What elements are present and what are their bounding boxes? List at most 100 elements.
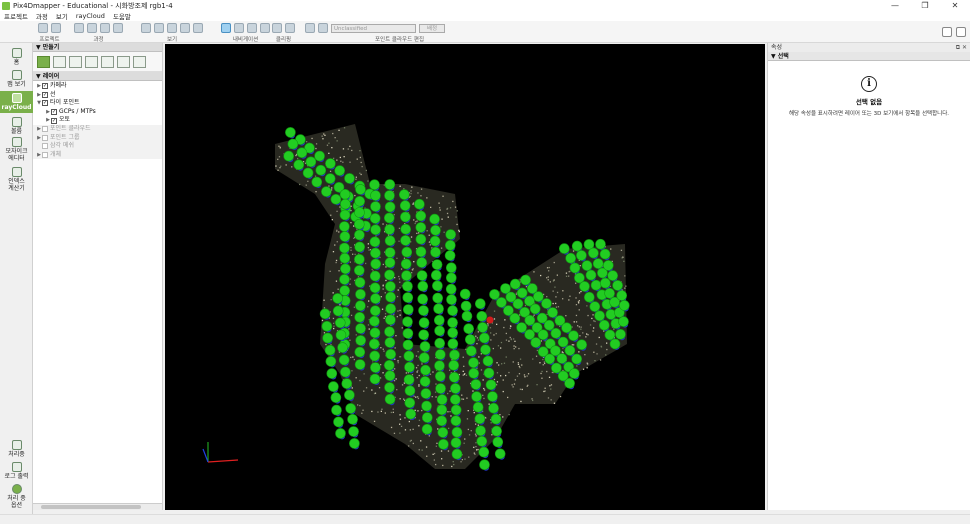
add-icon[interactable] (318, 23, 328, 33)
scrollbar-thumb[interactable] (41, 505, 141, 509)
info-icon: i (861, 76, 877, 92)
layer-checkbox[interactable] (42, 152, 48, 159)
nav-label: 처리 중 (7, 495, 26, 502)
layer-checkbox[interactable]: ✓ (51, 109, 57, 116)
account-icon[interactable] (956, 27, 966, 37)
layer-row[interactable]: ▶ ✓ 선 (33, 91, 162, 100)
menu-raycloud[interactable]: rayCloud (76, 12, 105, 20)
nav-label: 맵 보기 (7, 81, 26, 88)
orbit-icon[interactable] (234, 23, 244, 33)
create-surface-icon[interactable] (69, 55, 82, 68)
maximize-button[interactable]: ❐ (910, 0, 940, 11)
create-polyline-icon[interactable] (53, 55, 66, 68)
nav-home[interactable]: 홈 (0, 48, 33, 66)
process-export-icon[interactable] (100, 23, 110, 33)
create-video-icon[interactable] (101, 55, 114, 68)
raycloud-3d-view[interactable] (165, 44, 765, 510)
create-volume-icon[interactable] (85, 55, 98, 68)
nav-log-output[interactable]: 로그 출력 (0, 462, 33, 480)
process-run-icon[interactable] (113, 23, 123, 33)
menu-process[interactable]: 과정 (36, 11, 48, 21)
project-icon[interactable] (38, 23, 48, 33)
user-icon[interactable] (942, 27, 952, 37)
close-button[interactable]: ✕ (940, 0, 970, 11)
create-grid-icon[interactable] (133, 55, 146, 68)
menu-project[interactable]: 프로젝트 (4, 11, 28, 21)
zoom-in-icon[interactable] (141, 23, 151, 33)
side-navigation: 홈 맵 보기 rayCloud 볼륨 모자이크 에디터 인덱스 계산기 처리중 … (0, 43, 33, 514)
create-header-label: 만들기 (42, 44, 60, 51)
nav-volumes[interactable]: 볼륨 (0, 117, 33, 135)
nav-mosaic-editor[interactable]: 모자이크 에디터 (0, 137, 33, 162)
layer-label: 선 (50, 90, 56, 98)
home-icon (11, 48, 22, 58)
layer-row[interactable]: ▶ 개체 (33, 150, 162, 160)
layer-checkbox[interactable] (42, 126, 48, 133)
process-start-icon[interactable] (74, 23, 84, 33)
layer-row[interactable]: ▶ 포인트 클라우드 (33, 124, 162, 134)
layer-label: 삼각 메쉬 (50, 142, 74, 150)
toolbar-label: 클리핑 (275, 37, 292, 43)
layer-checkbox[interactable]: ✓ (42, 91, 48, 98)
nav-label: rayCloud (1, 104, 32, 111)
no-selection-title: 선택 없음 (855, 98, 883, 106)
nav-label: 계산기 (8, 185, 25, 192)
layer-checkbox[interactable]: ✓ (42, 83, 48, 90)
zoom-out-icon[interactable] (154, 23, 164, 33)
selected-gcp-marker (486, 316, 494, 324)
menu-help[interactable]: 도움말 (113, 11, 131, 21)
layer-checkbox[interactable]: ✓ (42, 100, 48, 107)
raycloud-icon (11, 93, 22, 103)
menu-view[interactable]: 보기 (56, 11, 68, 21)
left-panel: ▼ 만들기 ▼ 레이어 ▶ ✓ 카메라 ▶ ✓ 선 ▼ ✓ 타이 포인트 ▶ ✓ GCPs / MTP… (33, 43, 163, 510)
log-icon (11, 462, 22, 472)
nav-processing-options[interactable]: 처리 중 옵션 (0, 484, 33, 509)
close-view-icon[interactable] (180, 23, 190, 33)
panel-float-close-icons[interactable]: ⧉ ✕ (956, 43, 967, 52)
index-icon (11, 167, 22, 177)
nav-label: 옵션 (10, 502, 23, 509)
nav-label: 홈 (13, 59, 20, 66)
layer-label: 포인트 클라우드 (50, 124, 91, 132)
layer-row[interactable]: 삼각 메쉬 (33, 142, 162, 151)
toolbar-label: 과정 (93, 37, 104, 43)
selection-header[interactable]: ▼ 선택 (768, 52, 970, 61)
layer-row[interactable]: ▶ ✓ 오토 (33, 116, 162, 125)
create-point-icon[interactable] (37, 55, 50, 68)
assign-button[interactable]: 배정 (419, 23, 445, 33)
horizontal-scrollbar[interactable] (33, 503, 162, 510)
walk-icon[interactable] (260, 23, 270, 33)
fly-icon[interactable] (247, 23, 257, 33)
classification-select[interactable]: Unclassified (331, 23, 416, 33)
layers-header[interactable]: ▼ 레이어 (33, 72, 162, 81)
fit-view-icon[interactable] (167, 23, 177, 33)
clip-box-icon[interactable] (272, 23, 282, 33)
layer-row[interactable]: ▼ ✓ 타이 포인트 (33, 99, 162, 108)
nav-label: 모자이크 (5, 148, 28, 155)
layer-checkbox[interactable] (42, 143, 48, 150)
pix4d-logo-icon (2, 1, 10, 10)
volume-icon (11, 117, 22, 127)
properties-panel: 속성 ⧉ ✕ ▼ 선택 i 선택 없음 해당 속성을 표시하려면 레이어 또는 … (767, 43, 970, 510)
layer-row[interactable]: ▶ 포인트 그룹 (33, 133, 162, 143)
layer-checkbox[interactable]: ✓ (51, 117, 57, 124)
clip-cube-icon[interactable] (285, 23, 295, 33)
nav-index-calculator[interactable]: 인덱스 계산기 (0, 167, 33, 192)
process-copy-icon[interactable] (87, 23, 97, 33)
nav-map-view[interactable]: 맵 보기 (0, 70, 33, 88)
navigate-icon[interactable] (221, 23, 231, 33)
minimize-button[interactable]: — (880, 0, 910, 11)
globe-icon[interactable] (51, 23, 61, 33)
layer-row[interactable]: ▶ ✓ 카메라 (33, 82, 162, 91)
layer-row[interactable]: ▶ ✓ GCPs / MTPs (33, 108, 162, 117)
toolbar-label: 포인트 클라우드 편집 (375, 37, 425, 43)
up-view-icon[interactable] (193, 23, 203, 33)
brush-icon[interactable] (305, 23, 315, 33)
create-measure-icon[interactable] (117, 55, 130, 68)
layer-checkbox[interactable] (42, 134, 48, 141)
toolbar-group-pointcloud-edit: Unclassified 배정 포인트 클라우드 편집 (305, 22, 445, 43)
layer-label: 개체 (50, 150, 62, 158)
nav-processing[interactable]: 처리중 (0, 440, 33, 458)
create-header[interactable]: ▼ 만들기 (33, 43, 162, 52)
nav-raycloud[interactable]: rayCloud (0, 91, 33, 113)
